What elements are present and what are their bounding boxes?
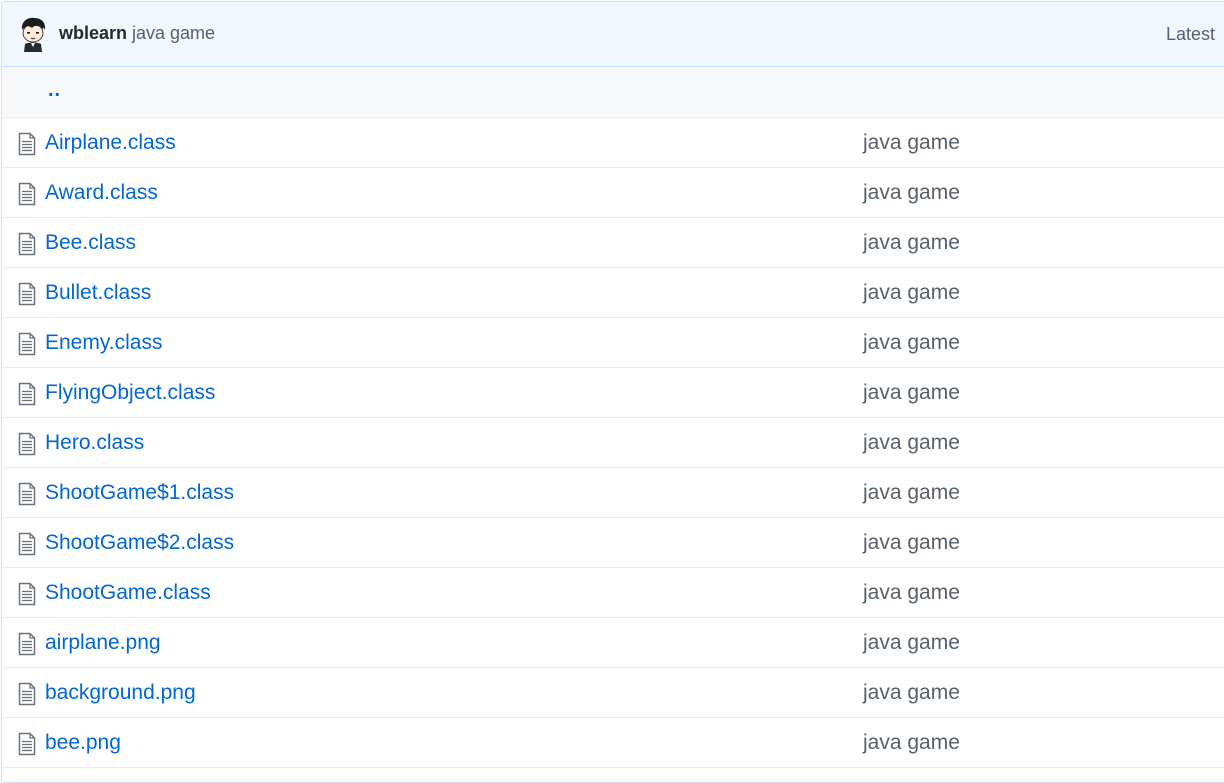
file-row[interactable]: ShootGame.class java game [2, 568, 1224, 618]
file-icon [18, 732, 36, 756]
file-row[interactable]: Hero.class java game [2, 418, 1224, 468]
file-commit-message[interactable]: java game [863, 281, 960, 305]
file-icon [18, 182, 36, 206]
file-row[interactable]: ShootGame$2.class java game [2, 518, 1224, 568]
commit-message[interactable]: java game [132, 23, 215, 44]
file-name-link[interactable]: airplane.png [45, 631, 161, 655]
latest-commit-label[interactable]: Latest [1166, 24, 1215, 45]
file-icon [18, 582, 36, 606]
file-name-link[interactable]: Airplane.class [45, 131, 176, 155]
file-commit-message[interactable]: java game [863, 231, 960, 255]
file-list: Airplane.class java game Award.class jav… [2, 118, 1224, 768]
file-icon [18, 232, 36, 256]
parent-directory-row[interactable]: .. [2, 67, 1224, 118]
file-name-link[interactable]: background.png [45, 681, 196, 705]
file-icon [18, 682, 36, 706]
file-name-link[interactable]: ShootGame$1.class [45, 481, 234, 505]
file-row[interactable]: Enemy.class java game [2, 318, 1224, 368]
file-commit-message[interactable]: java game [863, 181, 960, 205]
file-name-link[interactable]: Bee.class [45, 231, 136, 255]
file-name-link[interactable]: Hero.class [45, 431, 144, 455]
file-row[interactable]: Bee.class java game [2, 218, 1224, 268]
file-row[interactable]: bee.png java game [2, 718, 1224, 768]
file-name-link[interactable]: ShootGame$2.class [45, 531, 234, 555]
file-icon [18, 482, 36, 506]
file-commit-message[interactable]: java game [863, 131, 960, 155]
parent-directory-link[interactable]: .. [48, 79, 61, 102]
file-icon [18, 282, 36, 306]
file-name-link[interactable]: Enemy.class [45, 331, 162, 355]
file-name-link[interactable]: ShootGame.class [45, 581, 211, 605]
file-row[interactable]: Airplane.class java game [2, 118, 1224, 168]
file-browser: wblearn java game Latest .. Airplane.cla… [1, 1, 1224, 783]
file-row[interactable]: Bullet.class java game [2, 268, 1224, 318]
file-commit-message[interactable]: java game [863, 381, 960, 405]
file-commit-message[interactable]: java game [863, 331, 960, 355]
file-commit-message[interactable]: java game [863, 581, 960, 605]
file-icon [18, 332, 36, 356]
file-row[interactable]: Award.class java game [2, 168, 1224, 218]
file-row[interactable]: background.png java game [2, 668, 1224, 718]
file-row[interactable]: ShootGame$1.class java game [2, 468, 1224, 518]
file-icon [18, 532, 36, 556]
file-name-link[interactable]: bee.png [45, 731, 121, 755]
file-commit-message[interactable]: java game [863, 531, 960, 555]
file-icon [18, 432, 36, 456]
file-row[interactable]: FlyingObject.class java game [2, 368, 1224, 418]
file-name-link[interactable]: FlyingObject.class [45, 381, 215, 405]
file-icon [18, 132, 36, 156]
file-commit-message[interactable]: java game [863, 431, 960, 455]
file-name-link[interactable]: Award.class [45, 181, 158, 205]
file-commit-message[interactable]: java game [863, 731, 960, 755]
file-icon [18, 382, 36, 406]
commit-author[interactable]: wblearn [59, 23, 127, 44]
file-name-link[interactable]: Bullet.class [45, 281, 151, 305]
avatar[interactable] [18, 16, 48, 52]
file-commit-message[interactable]: java game [863, 631, 960, 655]
latest-commit-bar: wblearn java game Latest [2, 2, 1224, 67]
file-commit-message[interactable]: java game [863, 681, 960, 705]
file-commit-message[interactable]: java game [863, 481, 960, 505]
file-icon [18, 632, 36, 656]
file-row[interactable]: airplane.png java game [2, 618, 1224, 668]
